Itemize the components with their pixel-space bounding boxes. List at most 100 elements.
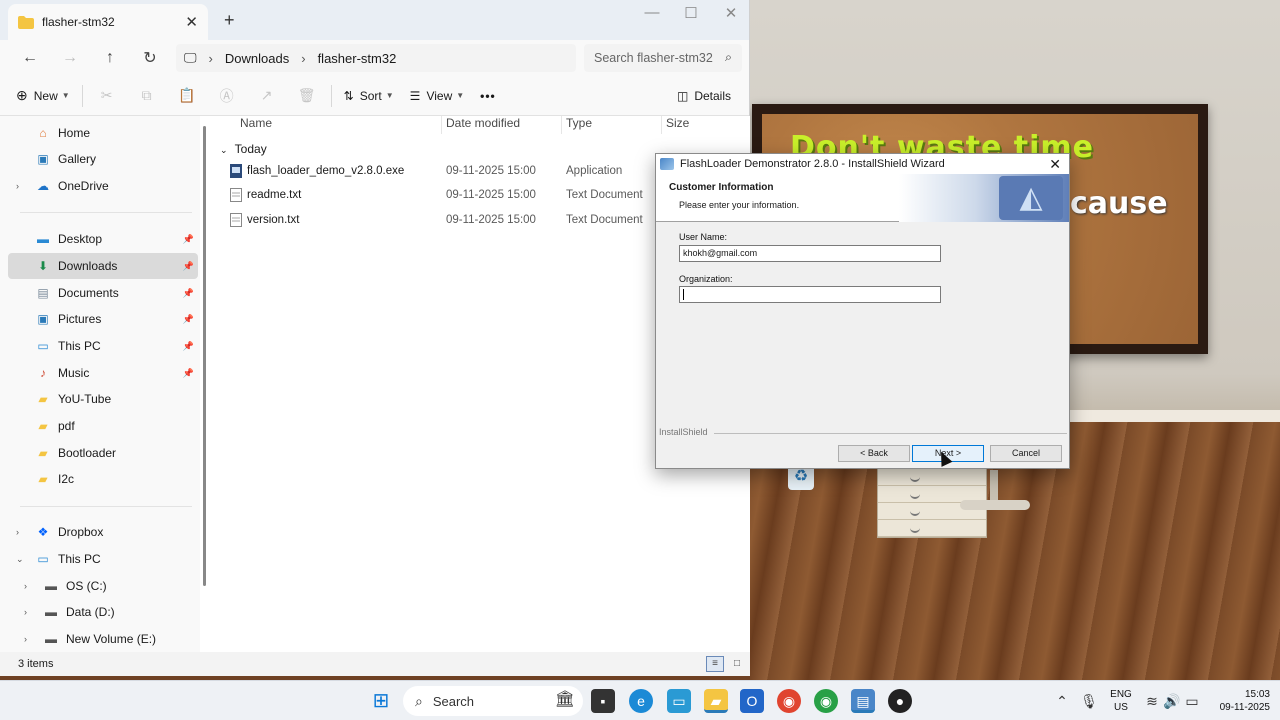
outlook-icon[interactable]: O <box>740 689 764 713</box>
user-name-field[interactable]: khokh@gmail.com <box>679 245 941 262</box>
nav-label: This PC <box>58 552 101 566</box>
microphone-icon[interactable]: 🎙 <box>1077 689 1101 713</box>
column-header-date[interactable]: Date modified <box>446 116 520 134</box>
pin-icon[interactable]: 📌 <box>183 368 194 379</box>
details-view-icon[interactable]: ≡ <box>706 656 724 672</box>
nav-pictures[interactable]: ▣ Pictures 📌 <box>8 306 198 332</box>
nav-dropbox[interactable]: › ❖ Dropbox <box>8 519 198 545</box>
back-arrow-icon[interactable]: ← <box>10 49 50 67</box>
chevron-right-icon[interactable]: › <box>16 527 19 537</box>
nav-scrollbar[interactable] <box>203 126 206 586</box>
nav-gallery[interactable]: ▣ Gallery <box>8 146 198 172</box>
forward-arrow-icon[interactable]: → <box>50 49 90 67</box>
nav-home[interactable]: ⌂ Home <box>8 120 198 146</box>
obs-recorder-icon[interactable]: ● <box>888 689 912 713</box>
breadcrumb-downloads[interactable]: Downloads <box>225 51 289 66</box>
breadcrumb-flasher-stm32[interactable]: flasher-stm32 <box>318 51 397 66</box>
refresh-icon[interactable]: ↻ <box>130 48 170 68</box>
group-header-today[interactable]: ⌄ Today <box>220 142 267 156</box>
view-icon: ☰ <box>409 88 421 103</box>
chevron-right-icon[interactable]: › <box>24 581 27 591</box>
nav-bootloader[interactable]: ▰ Bootloader <box>8 440 198 466</box>
view-button[interactable]: ☰ View ▼ <box>402 81 472 111</box>
battery-icon[interactable]: ▭ <box>1180 689 1204 713</box>
chrome-profile-icon[interactable]: ◉ <box>814 689 838 713</box>
windows-start-icon[interactable]: ⊞ <box>369 689 393 713</box>
delete-icon[interactable]: 🗑 <box>287 81 327 111</box>
clock[interactable]: 15:03 09-11-2025 <box>1208 688 1270 714</box>
nav-onedrive[interactable]: › ☁ OneDrive <box>8 173 198 199</box>
nav-drive-d[interactable]: › ▬ Data (D:) <box>8 599 198 625</box>
pin-icon[interactable]: 📌 <box>183 261 194 272</box>
terminal-icon[interactable]: ▭ <box>667 689 691 713</box>
nav-label: Bootloader <box>58 446 117 460</box>
nav-i2c[interactable]: ▰ I2c <box>8 466 198 492</box>
tab-flasher-stm32[interactable]: flasher-stm32 ✕ <box>8 4 208 40</box>
nav-pdf[interactable]: ▰ pdf <box>8 413 198 439</box>
nav-drive-c[interactable]: › ▬ OS (C:) <box>8 573 198 599</box>
dialog-header: Customer Information Please enter your i… <box>656 174 1069 222</box>
column-header-name[interactable]: Name <box>240 116 272 134</box>
pin-icon[interactable]: 📌 <box>183 288 194 299</box>
footer-divider <box>714 433 1067 434</box>
new-button[interactable]: ⊕ New ▼ <box>8 81 78 111</box>
file-explorer-icon[interactable]: ▰ <box>704 689 728 713</box>
sort-button[interactable]: ⇅ Sort ▼ <box>336 81 402 111</box>
nav-label: Desktop <box>58 232 103 246</box>
chevron-down-icon[interactable]: ⌄ <box>16 554 24 565</box>
view-label: View <box>426 88 453 103</box>
details-button[interactable]: ◫ Details <box>669 81 739 111</box>
more-options-button[interactable]: ••• <box>472 81 504 111</box>
organization-field[interactable] <box>679 286 941 303</box>
installer-task-icon[interactable]: ▤ <box>851 689 875 713</box>
pin-icon[interactable]: 📌 <box>183 314 194 325</box>
back-button[interactable]: < Back <box>838 445 910 462</box>
close-tab-icon[interactable]: ✕ <box>185 13 198 31</box>
maximize-button[interactable]: ☐ <box>671 4 711 22</box>
column-header-type[interactable]: Type <box>566 116 592 134</box>
column-header-size[interactable]: Size <box>666 116 689 134</box>
nav-desktop[interactable]: ▬ Desktop 📌 <box>8 226 198 252</box>
pin-icon[interactable]: 📌 <box>183 234 194 245</box>
edge-browser-icon[interactable]: e <box>629 689 653 713</box>
tiles-view-icon[interactable]: □ <box>728 656 746 672</box>
chevron-up-icon[interactable]: ⌃ <box>1050 689 1074 713</box>
address-bar[interactable]: 🖵 › Downloads › flasher-stm32 <box>176 44 576 72</box>
cut-icon[interactable]: ✂ <box>87 81 127 111</box>
taskbar-search[interactable]: ⌕ Search 🏛 <box>403 686 583 716</box>
nav-documents[interactable]: ▤ Documents 📌 <box>8 280 198 306</box>
cancel-button[interactable]: Cancel <box>990 445 1062 462</box>
new-tab-button[interactable]: + <box>224 10 235 31</box>
nav-label: This PC <box>58 339 101 353</box>
chevron-right-icon[interactable]: › <box>16 181 19 191</box>
nav-drive-e[interactable]: › ▬ New Volume (E:) <box>8 626 198 652</box>
rename-icon[interactable]: Ⓐ <box>207 81 247 111</box>
pin-icon[interactable]: 📌 <box>183 341 194 352</box>
nav-music[interactable]: ♪ Music 📌 <box>8 360 198 386</box>
close-icon[interactable]: ✕ <box>1049 156 1061 173</box>
copy-icon[interactable]: ⧉ <box>127 81 167 111</box>
dialog-title: FlashLoader Demonstrator 2.8.0 - Install… <box>680 158 945 170</box>
paste-icon[interactable]: 📋 <box>167 81 207 111</box>
wallpaper-text-2: cause <box>1070 186 1168 221</box>
new-label: New <box>33 88 58 103</box>
chevron-down-icon: ▼ <box>385 91 394 100</box>
nav-youtube[interactable]: ▰ YoU-Tube <box>8 386 198 412</box>
nav-this-pc[interactable]: ▭ This PC 📌 <box>8 333 198 359</box>
nav-label: Documents <box>58 286 119 300</box>
chevron-right-icon[interactable]: › <box>24 634 27 644</box>
language-indicator[interactable]: ENG US <box>1106 688 1136 714</box>
nav-this-pc-tree[interactable]: ⌄ ▭ This PC <box>8 546 198 572</box>
share-icon[interactable]: ↗ <box>247 81 287 111</box>
up-arrow-icon[interactable]: ↑ <box>90 49 130 67</box>
chrome-icon[interactable]: ◉ <box>777 689 801 713</box>
close-window-button[interactable]: ✕ <box>711 4 751 22</box>
chevron-right-icon[interactable]: › <box>24 607 27 617</box>
search-input[interactable]: Search flasher-stm32 ⌕ <box>584 44 742 72</box>
text-file-icon <box>230 213 242 227</box>
nav-downloads[interactable]: ⬇ Downloads 📌 <box>8 253 198 279</box>
task-view-icon[interactable]: ▪ <box>591 689 615 713</box>
cloud-icon: ☁ <box>37 179 49 193</box>
clock-time: 15:03 <box>1244 689 1270 700</box>
minimize-button[interactable]: — <box>632 4 672 21</box>
